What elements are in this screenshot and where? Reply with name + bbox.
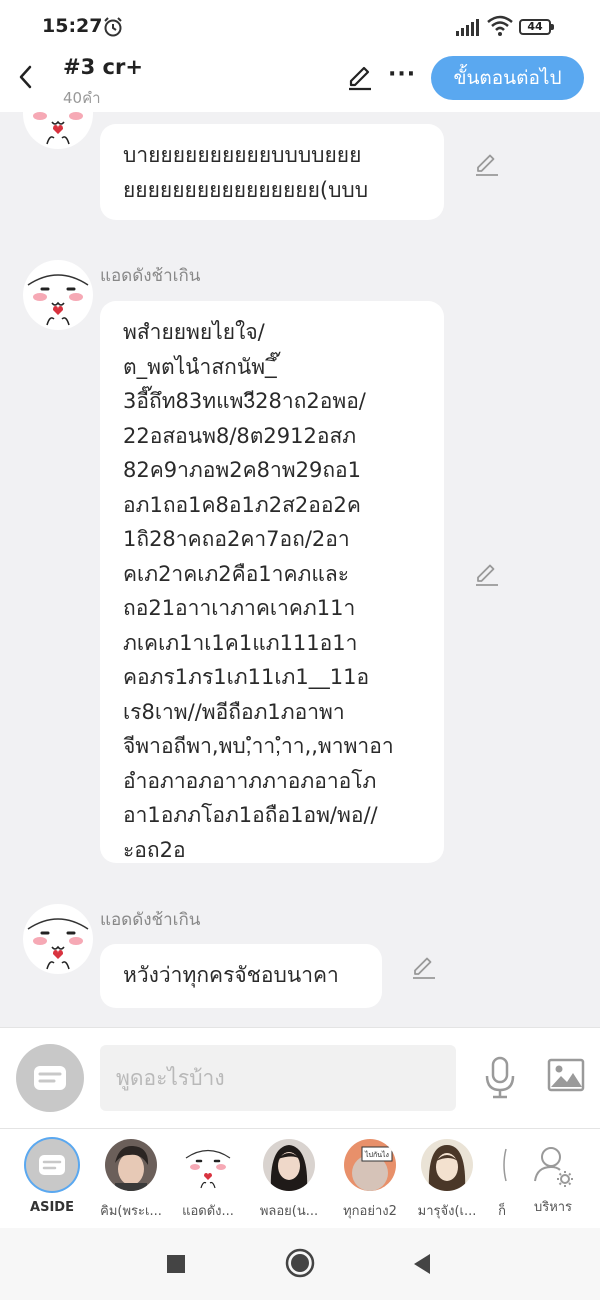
- avatar[interactable]: [22, 903, 94, 975]
- image-icon[interactable]: [547, 1058, 585, 1092]
- avatar: [105, 1139, 157, 1191]
- character-label: ASIDE: [30, 1200, 74, 1215]
- avatar: [492, 1139, 512, 1191]
- message-bubble: บายยยยยยยยยยบบบบยยย ยยยยยยยยยยยยยยยย(บบบ: [100, 124, 444, 220]
- character-label: บริหาร: [533, 1200, 573, 1215]
- pencil-icon[interactable]: [474, 152, 500, 178]
- alarm-icon: [104, 17, 122, 37]
- status-bar: 15:27 44: [0, 0, 600, 52]
- word-count: 40คำ: [63, 89, 101, 107]
- more-icon[interactable]: ···: [388, 62, 416, 87]
- character-item[interactable]: มารุจัง(เ...: [412, 1139, 482, 1221]
- pencil-icon[interactable]: [346, 64, 374, 92]
- battery-indicator: 44: [519, 19, 554, 35]
- back-nav-icon[interactable]: [412, 1252, 432, 1276]
- mic-icon[interactable]: [484, 1056, 516, 1100]
- story-title: #3 cr+: [63, 55, 143, 79]
- avatar: ไปกันไง: [344, 1139, 396, 1191]
- message-input[interactable]: [100, 1045, 456, 1111]
- recents-icon[interactable]: [166, 1254, 186, 1274]
- next-step-button[interactable]: ขั้นตอนต่อไป: [431, 56, 584, 100]
- character-item[interactable]: คิม(พระเ...: [96, 1139, 166, 1221]
- story-header: #3 cr+ 40คำ ··· ขั้นตอนต่อไป: [0, 52, 600, 112]
- avatar-sign-text: ไปกันไง: [364, 1150, 389, 1159]
- aside-toggle-button[interactable]: [16, 1044, 84, 1112]
- sender-name: แอดดังช้าเกิน: [100, 910, 201, 930]
- character-item[interactable]: พลอย(น...: [254, 1139, 324, 1221]
- settings-user-icon: [534, 1147, 573, 1187]
- character-aside[interactable]: ASIDE: [17, 1139, 87, 1215]
- avatar: [421, 1139, 473, 1191]
- status-time: 15:27: [42, 15, 103, 37]
- avatar: [182, 1139, 234, 1191]
- message-bubble: พสำยยพยไยใจ/ ต_พตไนำสกนัพ_ึ๊ 3อี๊ถึท83ทแ…: [100, 301, 444, 863]
- sender-name: แอดดังช้าเกิน: [100, 266, 201, 286]
- back-icon[interactable]: [14, 62, 38, 92]
- signal-icon: [456, 19, 479, 36]
- avatar: [263, 1139, 315, 1191]
- character-item[interactable]: แอดดัง...: [173, 1139, 243, 1221]
- character-face-icon: [23, 112, 93, 149]
- character-item[interactable]: ก็: [492, 1139, 512, 1221]
- character-label: ทุกอย่าง2: [343, 1204, 397, 1219]
- chat-icon: [39, 1155, 65, 1175]
- avatar[interactable]: [22, 259, 94, 331]
- manage-characters-button[interactable]: บริหาร: [518, 1139, 588, 1217]
- avatar[interactable]: [22, 112, 94, 150]
- character-item[interactable]: ไปกันไง ทุกอย่าง2: [335, 1139, 405, 1221]
- composer-bar: [0, 1027, 600, 1128]
- wifi-icon: [487, 15, 513, 36]
- character-label: มารุจัง(เ...: [417, 1204, 477, 1219]
- character-label: แอดดัง...: [182, 1204, 234, 1219]
- character-label: ก็: [498, 1204, 506, 1219]
- character-face-icon: [23, 904, 93, 974]
- character-face-icon: [23, 260, 93, 330]
- home-icon[interactable]: [285, 1248, 315, 1278]
- message-bubble: หวังว่าทุกครจัชอบนาคา: [100, 944, 382, 1008]
- pencil-icon[interactable]: [411, 955, 437, 981]
- character-label: คิม(พระเ...: [100, 1204, 162, 1219]
- chat-icon: [34, 1066, 66, 1090]
- chat-area: บายยยยยยยยยยบบบบยยย ยยยยยยยยยยยยยยยย(บบบ…: [0, 112, 600, 1027]
- character-label: พลอย(น...: [259, 1204, 319, 1219]
- system-nav-bar: [0, 1228, 600, 1300]
- pencil-icon[interactable]: [474, 562, 500, 588]
- character-bar: ASIDE คิม(พระเ... แอดดัง... พลอย(น... ไป…: [0, 1128, 600, 1229]
